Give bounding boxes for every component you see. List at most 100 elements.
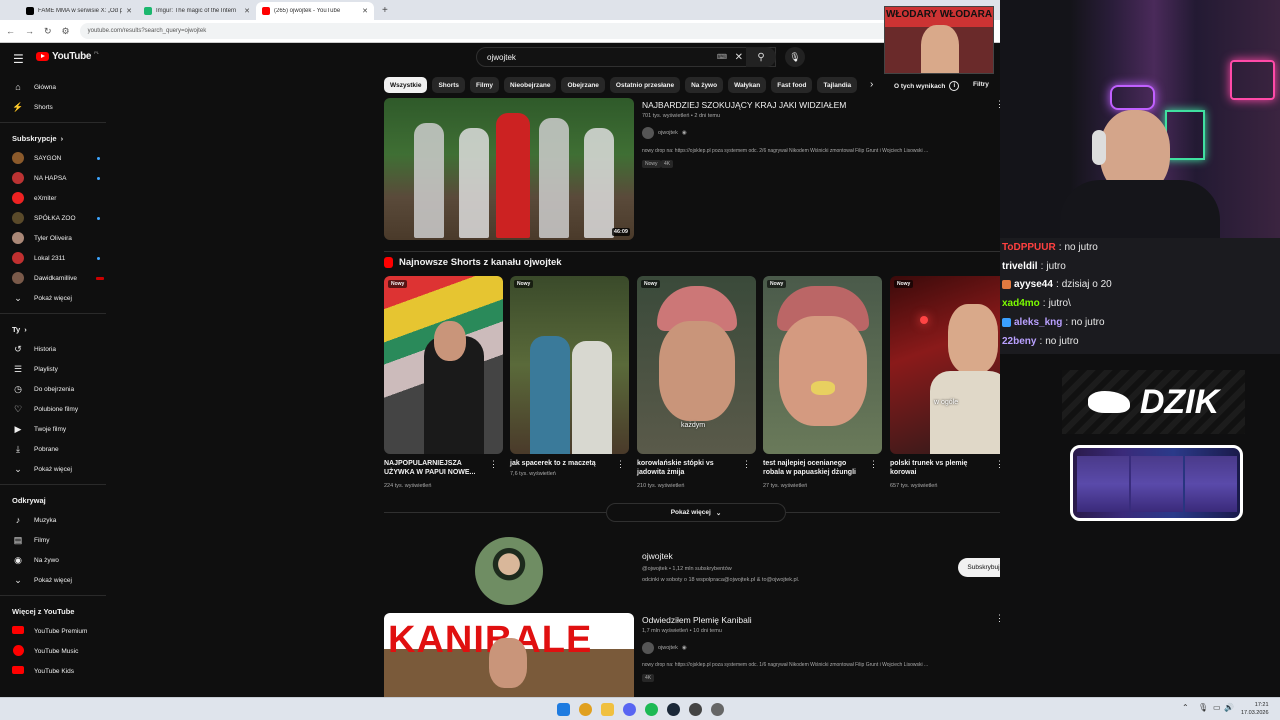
close-tab-icon[interactable]: ✕ xyxy=(362,7,368,15)
short-thumbnail[interactable]: Nowy każdym xyxy=(637,276,756,454)
sidebar-item-premium[interactable]: YouTube Premium xyxy=(0,621,118,641)
thumbnail-figure xyxy=(459,128,489,238)
sidebar-item-subscription[interactable]: eXmiter xyxy=(0,188,118,208)
obs-icon[interactable] xyxy=(689,703,702,716)
sidebar-show-more-explore[interactable]: ⌄ Pokaż więcej xyxy=(0,570,118,590)
network-icon[interactable]: ▭ xyxy=(1213,703,1221,712)
short-thumbnail[interactable]: Nowy xyxy=(384,276,503,454)
sidebar-item-live[interactable]: ◉ Na żywo xyxy=(0,550,118,570)
show-more-shorts-button[interactable]: Pokaż więcej ⌄ xyxy=(606,503,786,522)
verified-icon: ◉ xyxy=(681,645,687,651)
logo-text: YouTube xyxy=(52,51,92,62)
discord-icon[interactable] xyxy=(623,703,636,716)
tab-fame-mma[interactable]: FAME MMA w serwisie X: „Od p ✕ xyxy=(20,2,138,20)
sidebar-item-kids[interactable]: YouTube Kids xyxy=(0,661,118,681)
short-title[interactable]: test najlepiej ocenianego robala w papua… xyxy=(763,459,863,477)
close-tab-icon[interactable]: ✕ xyxy=(244,7,250,15)
chip-shorts[interactable]: Shorts xyxy=(432,77,466,93)
video-channel[interactable]: ojwojtek ◉ xyxy=(642,642,687,654)
clear-search-icon[interactable]: ✕ xyxy=(735,52,743,63)
new-tab-button[interactable]: + xyxy=(374,2,396,20)
chip-live[interactable]: Na żywo xyxy=(685,77,724,93)
windows-start-icon[interactable] xyxy=(557,703,570,716)
sidebar-item-subscription[interactable]: Dawidkamillive xyxy=(0,268,118,288)
sidebar-item-history[interactable]: ↺ Historia xyxy=(0,339,118,359)
steam-icon[interactable] xyxy=(667,703,680,716)
sidebar-item-watch-later[interactable]: ◷ Do obejrzenia xyxy=(0,379,118,399)
channel-avatar-large[interactable] xyxy=(475,537,543,605)
sidebar-item-films[interactable]: ▤ Filmy xyxy=(0,530,118,550)
short-thumbnail[interactable]: Nowy xyxy=(763,276,882,454)
filters-button[interactable]: Filtry xyxy=(973,81,989,88)
sidebar-item-label: Pokaż więcej xyxy=(34,576,72,584)
app-icon[interactable] xyxy=(711,703,724,716)
chip-recent[interactable]: Ostatnio przesłane xyxy=(609,77,681,93)
chip-watched[interactable]: Obejrzane xyxy=(561,77,605,93)
sidebar-subscriptions-header[interactable]: Subskrypcje › xyxy=(0,128,118,148)
video-thumbnail[interactable]: KANIBALE xyxy=(384,613,634,697)
forward-icon[interactable]: → xyxy=(25,26,34,36)
sidebar-item-subscription[interactable]: Tyler Oliveira xyxy=(0,228,118,248)
sidebar-item-liked[interactable]: ♡ Polubione filmy xyxy=(0,399,118,419)
chrome-icon[interactable] xyxy=(579,703,592,716)
more-options-icon[interactable]: ⋮ xyxy=(489,459,498,470)
tab-youtube[interactable]: (265) ojwojtek - YouTube ✕ xyxy=(256,2,374,20)
close-tab-icon[interactable]: ✕ xyxy=(126,7,132,15)
mic-tray-icon[interactable]: 🎙 xyxy=(1198,703,1208,712)
short-title[interactable]: jak spacerek to z maczetą xyxy=(510,459,610,468)
short-title[interactable]: korowlańskie stópki vs jadowita żmija xyxy=(637,459,737,477)
search-button[interactable]: ⚲ xyxy=(746,47,776,67)
sidebar-item-downloads[interactable]: ⤓ Pobrane xyxy=(0,439,118,459)
tab-imgur[interactable]: Imgur: The magic of the Intern ✕ xyxy=(138,2,256,20)
file-explorer-icon[interactable] xyxy=(601,703,614,716)
sidebar-item-subscription[interactable]: SPÓŁKA ZOO xyxy=(0,208,118,228)
chip-fast-food[interactable]: Fast food xyxy=(771,77,813,93)
chip-unwatched[interactable]: Nieobejrzane xyxy=(504,77,557,93)
sidebar-show-more-subscriptions[interactable]: ⌄ Pokaż więcej xyxy=(0,288,118,308)
back-icon[interactable]: ← xyxy=(6,26,15,36)
sidebar-item-subscription[interactable]: NA HAPSA xyxy=(0,168,118,188)
tray-chevron-icon[interactable]: ⌃ xyxy=(1182,703,1189,712)
chip-vatican[interactable]: Wałykan xyxy=(728,77,767,93)
channel-name[interactable]: ojwojtek xyxy=(642,551,673,561)
video-channel[interactable]: ojwojtek ◉ xyxy=(642,127,687,139)
sidebar-you-header[interactable]: Ty › xyxy=(0,319,118,339)
video-title[interactable]: Odwiedziłem Plemię Kanibali xyxy=(642,615,752,625)
more-options-icon[interactable]: ⋮ xyxy=(869,459,878,470)
more-options-icon[interactable]: ⋮ xyxy=(742,459,751,470)
chip-all[interactable]: Wszystkie xyxy=(384,77,428,93)
sidebar-item-shorts[interactable]: ⚡ Shorts xyxy=(0,97,118,117)
chevron-right-icon[interactable]: › xyxy=(870,79,873,90)
sidebar-item-music[interactable]: ♪ Muzyka xyxy=(0,510,118,530)
short-thumbnail[interactable]: Nowy w ogóle xyxy=(890,276,1000,454)
short-views: 27 tys. wyświetleń xyxy=(763,483,808,489)
sidebar-item-your-videos[interactable]: ▶ Twoje filmy xyxy=(0,419,118,439)
reload-icon[interactable]: ↻ xyxy=(44,26,52,37)
video-title[interactable]: NAJBARDZIEJ SZOKUJĄCY KRAJ JAKI WIDZIAŁE… xyxy=(642,100,846,110)
video-thumbnail[interactable]: 46:09 xyxy=(384,98,634,240)
about-results[interactable]: O tych wynikach i xyxy=(894,81,960,91)
short-title[interactable]: polski trunek vs plemię korowai xyxy=(890,459,990,477)
url-field[interactable]: youtube.com/results?search_query=ojwojte… xyxy=(79,23,960,39)
subscribe-button[interactable]: Subskrybuj xyxy=(958,558,1000,577)
short-thumbnail[interactable]: Nowy xyxy=(510,276,629,454)
keyboard-icon[interactable]: ⌨ xyxy=(717,53,727,61)
sidebar-item-playlists[interactable]: ☰ Playlisty xyxy=(0,359,118,379)
volume-icon[interactable]: 🔊 xyxy=(1224,703,1234,712)
chip-thailand[interactable]: Tajlandia xyxy=(817,77,858,93)
chip-films[interactable]: Filmy xyxy=(470,77,500,93)
youtube-logo[interactable]: YouTube PL xyxy=(36,50,99,62)
more-options-icon[interactable]: ⋮ xyxy=(616,459,625,470)
sidebar-item-music-app[interactable]: YouTube Music xyxy=(0,641,118,661)
short-title[interactable]: NAJPOPULARNIEJSZA UŻYWKA W PAPUI NOWE... xyxy=(384,459,484,477)
sidebar-item-subscription[interactable]: Lokal 2311 xyxy=(0,248,118,268)
site-info-icon[interactable]: ⚙ xyxy=(62,26,70,37)
sidebar-item-home[interactable]: ⌂ Główna xyxy=(0,77,118,97)
system-clock[interactable]: 17:21 17.03.2026 xyxy=(1241,701,1269,717)
spotify-icon[interactable] xyxy=(645,703,658,716)
sidebar-item-subscription[interactable]: SAYGON xyxy=(0,148,118,168)
voice-search-button[interactable]: 🎙 xyxy=(785,47,805,67)
search-input[interactable]: ojwojtek ⌨ ✕ xyxy=(476,47,776,67)
menu-icon[interactable]: ☰ xyxy=(13,52,24,66)
sidebar-show-more-you[interactable]: ⌄ Pokaż więcej xyxy=(0,459,118,479)
